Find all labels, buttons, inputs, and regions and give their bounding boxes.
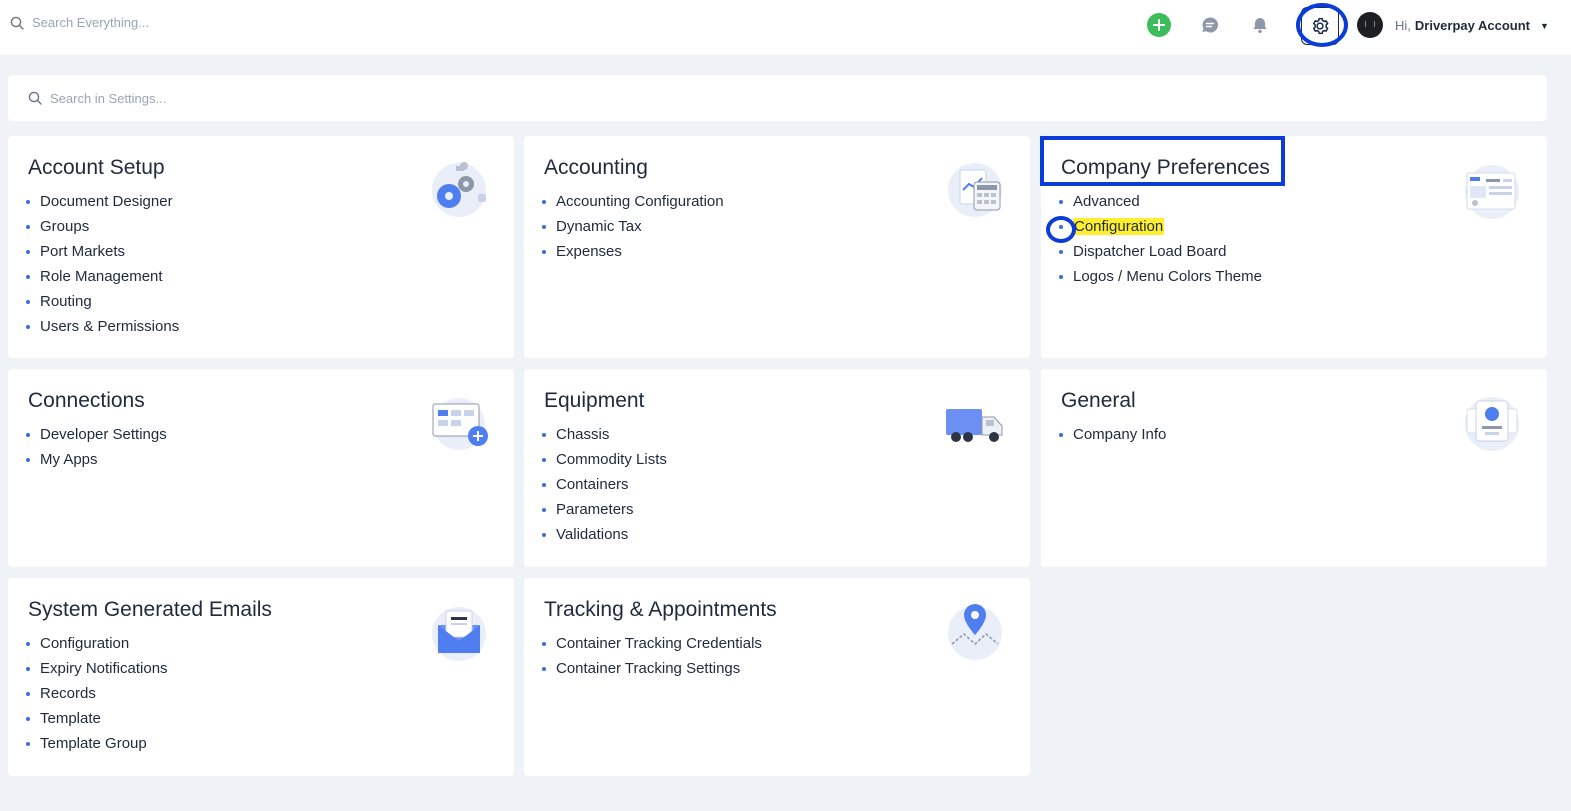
settings-link[interactable]: Records — [26, 686, 168, 711]
gear-icon — [1312, 17, 1329, 35]
bell-icon — [1253, 18, 1267, 33]
truck-icon — [946, 409, 1003, 442]
settings-link[interactable]: Routing — [26, 294, 179, 319]
card-equipment: Equipment Chassis Commodity Lists Contai… — [524, 369, 1030, 567]
card-tracking-appointments: Tracking & Appointments Container Tracki… — [524, 578, 1030, 776]
caret-down-icon: ▼ — [1540, 20, 1549, 31]
settings-link[interactable]: Dispatcher Load Board — [1059, 244, 1262, 269]
settings-link[interactable]: My Apps — [26, 452, 167, 477]
card-title: Accounting — [544, 156, 648, 179]
card-title: Connections — [28, 389, 145, 412]
card-account-setup: Account Setup Document Designer Groups P… — [8, 136, 514, 358]
settings-link[interactable]: Configuration — [26, 636, 168, 661]
settings-link[interactable]: Container Tracking Settings — [542, 661, 762, 686]
card-title: Equipment — [544, 389, 645, 412]
add-button[interactable] — [1147, 13, 1171, 37]
card-title: Account Setup — [28, 156, 165, 179]
settings-link[interactable]: Logos / Menu Colors Theme — [1059, 269, 1262, 294]
settings-list: Company Info — [1059, 427, 1166, 452]
card-connections: Connections Developer Settings My Apps — [8, 369, 514, 567]
settings-link[interactable]: Parameters — [542, 502, 667, 527]
settings-link[interactable]: Template Group — [26, 736, 168, 761]
card-title: Company Preferences — [1061, 156, 1270, 179]
card-general: General Company Info — [1041, 369, 1547, 567]
chat-icon — [1202, 17, 1218, 33]
user-greeting: Hi, — [1395, 18, 1411, 33]
global-search-input[interactable]: Search Everything... — [32, 15, 149, 30]
settings-list: Developer Settings My Apps — [26, 427, 167, 477]
card-title: Tracking & Appointments — [544, 598, 777, 621]
top-bar: Search Everything... Hi, Driverpay Accou… — [0, 0, 1571, 55]
settings-list: Container Tracking Credentials Container… — [542, 636, 762, 686]
card-company-preferences: Company Preferences Advanced Configurati… — [1040, 136, 1547, 358]
user-name: Driverpay Account — [1414, 18, 1530, 33]
avatar[interactable] — [1357, 12, 1383, 38]
card-accounting: Accounting Accounting Configuration Dyna… — [524, 136, 1030, 358]
settings-link[interactable]: Expenses — [542, 244, 724, 269]
settings-list: Chassis Commodity Lists Containers Param… — [542, 427, 667, 552]
settings-link[interactable]: Accounting Configuration — [542, 194, 724, 219]
settings-button[interactable] — [1301, 7, 1339, 45]
settings-link[interactable]: Advanced — [1059, 194, 1262, 219]
search-icon — [10, 16, 24, 30]
settings-link[interactable]: Container Tracking Credentials — [542, 636, 762, 661]
settings-link[interactable]: Role Management — [26, 269, 179, 294]
plus-icon — [1153, 19, 1165, 31]
connections-icon — [432, 398, 488, 450]
settings-link[interactable]: Commodity Lists — [542, 452, 667, 477]
card-system-generated-emails: System Generated Emails Configuration Ex… — [8, 578, 514, 776]
card-title: System Generated Emails — [28, 598, 272, 621]
settings-link[interactable]: Developer Settings — [26, 427, 167, 452]
settings-link[interactable]: Users & Permissions — [26, 319, 179, 344]
search-icon — [28, 91, 42, 105]
settings-link[interactable]: Expiry Notifications — [26, 661, 168, 686]
map-pin-icon — [948, 604, 1002, 660]
settings-link[interactable]: Template — [26, 711, 168, 736]
settings-link[interactable]: Company Info — [1059, 427, 1166, 452]
settings-link[interactable]: Port Markets — [26, 244, 179, 269]
settings-link-configuration[interactable]: Configuration — [1059, 218, 1262, 244]
company-preferences-icon — [1465, 165, 1519, 219]
settings-link[interactable]: Containers — [542, 477, 667, 502]
settings-link[interactable]: Dynamic Tax — [542, 219, 724, 244]
settings-search-input[interactable] — [50, 90, 450, 106]
global-search[interactable]: Search Everything... — [10, 15, 149, 30]
user-menu[interactable]: Hi, Driverpay Account ▼ — [1395, 18, 1549, 33]
accounting-icon — [948, 163, 1002, 217]
email-icon — [432, 607, 486, 661]
settings-list: Accounting Configuration Dynamic Tax Exp… — [542, 194, 724, 269]
settings-search — [8, 75, 1547, 121]
general-icon — [1465, 397, 1519, 451]
settings-list: Configuration Expiry Notifications Recor… — [26, 636, 168, 761]
settings-link[interactable]: Groups — [26, 219, 179, 244]
settings-link[interactable]: Document Designer — [26, 194, 179, 219]
settings-list: Document Designer Groups Port Markets Ro… — [26, 194, 179, 344]
settings-link[interactable]: Chassis — [542, 427, 667, 452]
highlighted-link-text[interactable]: Configuration — [1073, 218, 1165, 235]
messages-button[interactable] — [1197, 12, 1223, 38]
settings-list: Advanced Configuration Dispatcher Load B… — [1059, 194, 1262, 294]
notifications-button[interactable] — [1247, 12, 1273, 38]
card-title: General — [1061, 389, 1136, 412]
settings-link[interactable]: Validations — [542, 527, 667, 552]
account-setup-icon — [432, 162, 486, 217]
